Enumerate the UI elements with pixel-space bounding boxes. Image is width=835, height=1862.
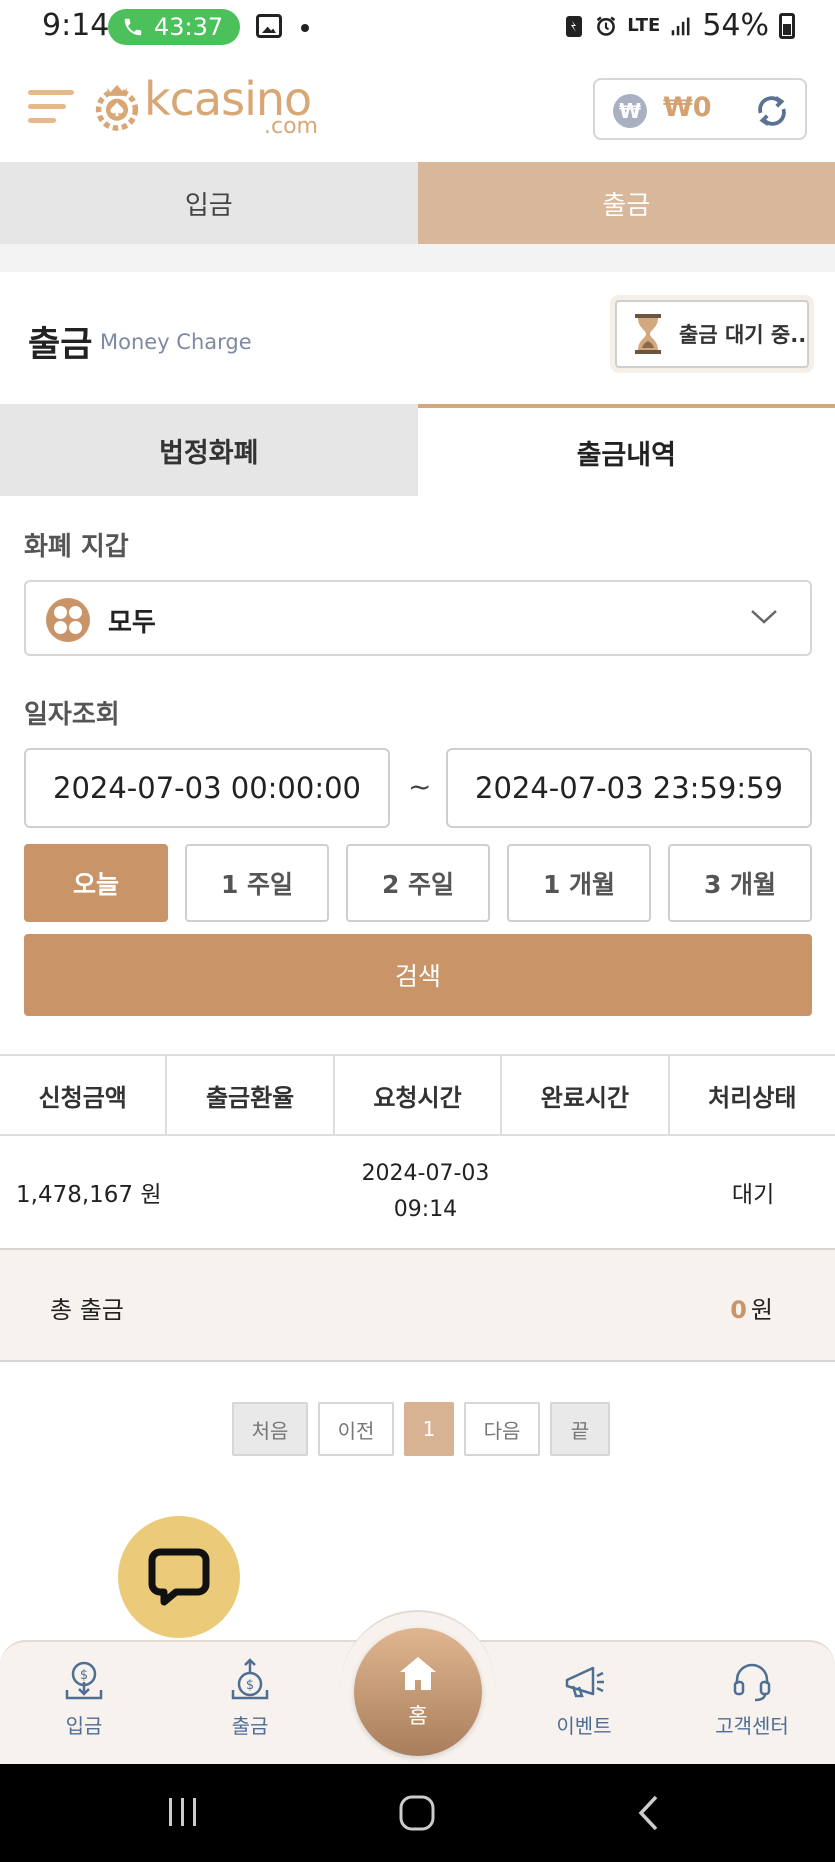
poker-chip-logo-icon	[95, 84, 139, 131]
total-unit: 원	[750, 1296, 773, 1324]
battery-saver-icon	[566, 15, 583, 37]
status-right: LTE 54%	[563, 8, 795, 43]
period-3-months-button[interactable]: 3 개월	[668, 844, 812, 922]
chevron-down-icon	[751, 610, 777, 624]
table-row: 1,478,167 원 2024-07-03 09:14 대기	[0, 1136, 835, 1250]
row-status: 대기	[731, 1182, 775, 1208]
nav-home-label: 홈	[408, 1704, 428, 1728]
period-2-weeks-button[interactable]: 2 주일	[346, 844, 490, 922]
nav-withdraw-label: 출금	[231, 1714, 269, 1738]
withdraw-pending-button[interactable]: 출금 대기 중..	[615, 300, 809, 368]
date-query-label: 일자조회	[24, 700, 120, 730]
wallet-amount: ₩0	[663, 92, 712, 123]
call-indicator[interactable]: 43:37	[108, 9, 240, 45]
period-1-month-button[interactable]: 1 개월	[507, 844, 651, 922]
total-value: 0원	[730, 1290, 773, 1325]
tab-withdraw[interactable]: 출금	[417, 162, 835, 244]
page-first-button[interactable]: 처음	[232, 1402, 308, 1456]
signal-icon	[672, 17, 690, 35]
page-title: 출금	[28, 325, 93, 365]
column-header-complete-time: 완료시간	[502, 1056, 670, 1134]
search-button[interactable]: 검색	[24, 934, 812, 1016]
app-header: kcasino .com ₩ ₩0	[0, 56, 835, 162]
network-type: LTE	[627, 14, 661, 36]
alarm-icon	[597, 16, 616, 36]
home-nav-icon[interactable]	[398, 1794, 436, 1832]
call-duration: 43:37	[154, 13, 224, 41]
nav-deposit[interactable]: $ 입금	[24, 1658, 144, 1739]
status-bar: 9:14 43:37 LTE 54%	[0, 0, 835, 56]
more-notifications-icon	[301, 24, 309, 32]
refresh-icon[interactable]	[753, 92, 791, 130]
tab-withdraw-history[interactable]: 출금내역	[417, 404, 835, 496]
chat-bubble-icon	[148, 1548, 210, 1606]
android-navigation-bar	[0, 1764, 835, 1862]
nav-home-button[interactable]: 홈	[354, 1628, 482, 1756]
pending-label: 출금 대기 중..	[679, 323, 807, 347]
period-buttons: 오늘 1 주일 2 주일 1 개월 3 개월	[24, 844, 812, 922]
withdraw-icon: $	[231, 1658, 269, 1700]
row-complete-time	[507, 1136, 671, 1248]
recent-apps-icon[interactable]	[166, 1794, 200, 1830]
nav-withdraw[interactable]: $ 출금	[190, 1658, 310, 1739]
section-divider	[0, 244, 835, 272]
tab-deposit[interactable]: 입금	[0, 162, 418, 244]
page-prev-button[interactable]: 이전	[318, 1402, 394, 1456]
period-today-button[interactable]: 오늘	[24, 844, 168, 922]
total-withdraw-row: 총 출금 0원	[0, 1250, 835, 1362]
date-range-separator: ~	[408, 770, 432, 803]
deposit-icon: $	[65, 1661, 103, 1700]
status-time: 9:14	[42, 8, 110, 43]
live-chat-button[interactable]	[118, 1516, 240, 1638]
wallet-select[interactable]: 모두	[24, 580, 812, 656]
deposit-withdraw-tabs: 입금 출금	[0, 162, 835, 244]
row-amount: 1,478,167 원	[16, 1182, 162, 1208]
row-request-clock: 09:14	[393, 1197, 458, 1222]
row-request-time: 2024-07-03 09:14	[344, 1136, 508, 1248]
column-header-request-time: 요청시간	[335, 1056, 503, 1134]
page-last-button[interactable]: 끝	[550, 1402, 610, 1456]
withdraw-sub-tabs: 법정화폐 출금내역	[0, 404, 835, 496]
row-rate	[180, 1136, 344, 1248]
headset-icon	[733, 1663, 771, 1702]
nav-event-label: 이벤트	[556, 1714, 612, 1738]
nav-deposit-label: 입금	[65, 1714, 103, 1738]
wallet-balance[interactable]: ₩ ₩0	[593, 78, 807, 140]
nav-support-label: 고객센터	[715, 1714, 789, 1738]
page-subtitle: Money Charge	[100, 330, 252, 354]
svg-text:$: $	[80, 1668, 88, 1683]
column-header-amount: 신청금액	[0, 1056, 168, 1134]
wallet-filter-label: 화폐 지갑	[24, 532, 129, 562]
column-header-rate: 출금환율	[167, 1056, 335, 1134]
megaphone-icon	[565, 1666, 604, 1698]
page-current-button[interactable]: 1	[404, 1402, 454, 1456]
battery-icon	[779, 12, 795, 39]
total-amount: 0	[730, 1296, 747, 1324]
page-next-button[interactable]: 다음	[464, 1402, 540, 1456]
home-icon	[400, 1657, 436, 1690]
wallet-select-value: 모두	[108, 608, 156, 638]
kcasino-logo[interactable]: kcasino .com	[94, 72, 326, 140]
hourglass-icon	[635, 314, 661, 354]
won-coin-icon: ₩	[613, 94, 647, 128]
end-date-input[interactable]: 2024-07-03 23:59:59	[446, 748, 812, 828]
tab-fiat-currency[interactable]: 법정화폐	[0, 404, 418, 496]
battery-percent: 54%	[702, 8, 769, 43]
logo-domain: .com	[264, 114, 318, 139]
menu-icon[interactable]	[28, 84, 74, 128]
nav-support[interactable]: 고객센터	[692, 1658, 812, 1739]
gallery-notification-icon	[256, 14, 282, 38]
column-header-status: 처리상태	[708, 1083, 797, 1112]
back-icon[interactable]	[636, 1794, 662, 1832]
start-date-input[interactable]: 2024-07-03 00:00:00	[24, 748, 390, 828]
row-request-date: 2024-07-03	[361, 1161, 490, 1186]
total-label: 총 출금	[50, 1296, 124, 1324]
svg-text:$: $	[246, 1678, 254, 1693]
pagination: 처음 이전 1 다음 끝	[232, 1402, 610, 1456]
all-wallets-icon	[46, 598, 90, 642]
nav-event[interactable]: 이벤트	[524, 1658, 644, 1739]
period-1-week-button[interactable]: 1 주일	[185, 844, 329, 922]
history-table-header: 신청금액 출금환율 요청시간 완료시간 처리상태	[0, 1054, 835, 1136]
phone-icon	[124, 18, 142, 36]
